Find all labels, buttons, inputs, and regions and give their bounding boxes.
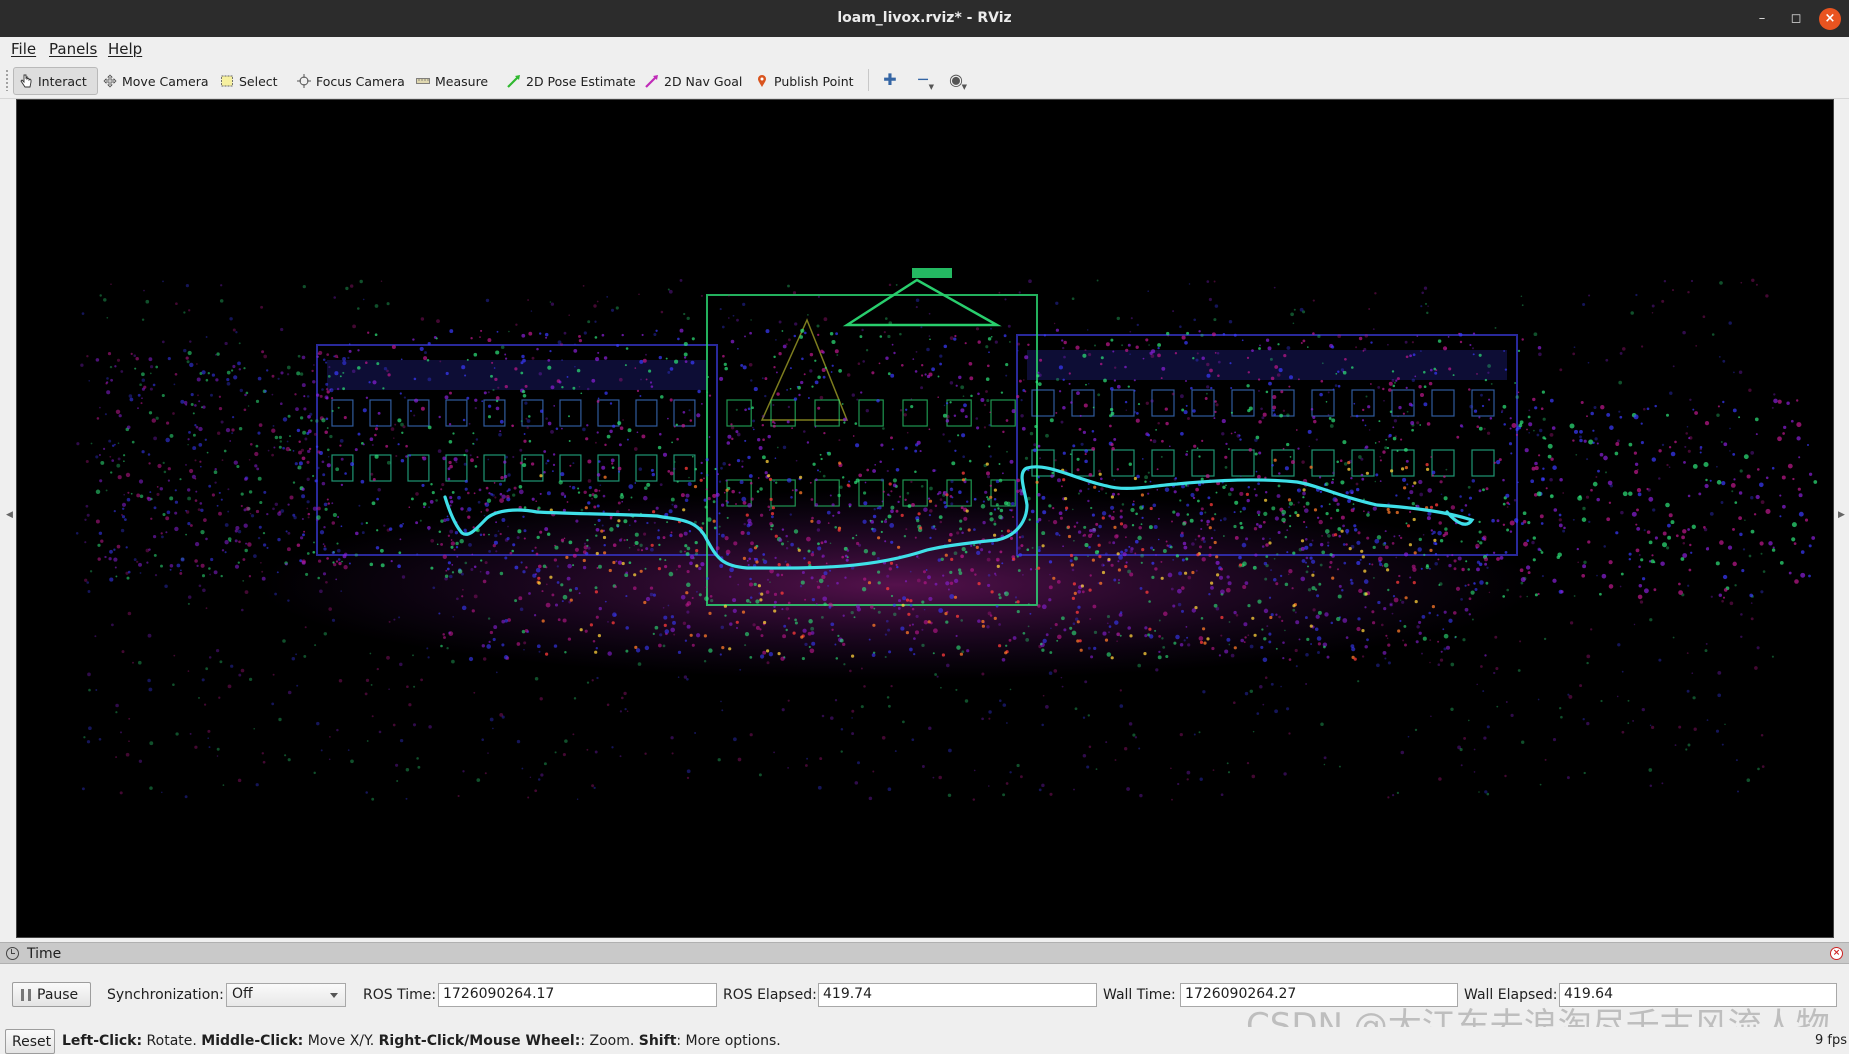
maximize-icon[interactable]: ◻: [1785, 8, 1807, 30]
interact-label: Interact: [38, 73, 87, 89]
plus-icon[interactable]: ✚: [879, 70, 901, 90]
interact-tool-button[interactable]: Interact: [13, 67, 98, 95]
status-bar: Reset Left-Click: Rotate. Middle-Click: …: [0, 1027, 1849, 1054]
title-bar: loam_livox.rviz* - RViz – ◻ ×: [0, 0, 1849, 37]
pause-label: Pause: [37, 986, 79, 1003]
ros-time-field[interactable]: 1726090264.17: [438, 983, 717, 1007]
toolbar-separator: [868, 69, 869, 91]
menu-panels[interactable]: Panels: [49, 40, 97, 58]
menu-help[interactable]: Help: [108, 40, 142, 58]
close-icon[interactable]: ×: [1819, 8, 1841, 30]
magenta-arrow-icon: [645, 74, 659, 88]
measure-tool-button[interactable]: Measure: [411, 67, 493, 95]
clock-icon: [6, 947, 19, 960]
window-title: loam_livox.rviz* - RViz: [837, 10, 1012, 26]
sync-value: Off: [232, 986, 253, 1002]
ros-elapsed-field[interactable]: 419.74: [818, 983, 1097, 1007]
publish-point-label: Publish Point: [774, 73, 854, 89]
tools-toolbar: Interact Move Camera Select Focus Camera…: [0, 61, 1849, 99]
menu-file[interactable]: File: [11, 40, 36, 58]
green-arrow-icon: [507, 74, 521, 88]
chevron-down-icon: [330, 993, 338, 998]
fps-counter: 9 fps: [1814, 1033, 1847, 1048]
map-pin-icon: [755, 74, 769, 88]
close-panel-icon[interactable]: ×: [1830, 947, 1843, 960]
wall-time-label: Wall Time:: [1103, 987, 1176, 1003]
focus-camera-tool-button[interactable]: Focus Camera: [292, 67, 410, 95]
ros-elapsed-label: ROS Elapsed:: [723, 987, 817, 1003]
crosshair-icon: [297, 74, 311, 88]
left-dock-arrow-icon[interactable]: ◀: [6, 510, 13, 520]
ruler-icon: [416, 74, 430, 88]
hint-middle-click: Middle-Click:: [201, 1033, 304, 1049]
select-tool-button[interactable]: Select: [215, 67, 283, 95]
pose-estimate-tool-button[interactable]: 2D Pose Estimate: [502, 67, 641, 95]
focus-camera-label: Focus Camera: [316, 73, 405, 89]
selection-box-icon: [220, 74, 234, 88]
sync-select[interactable]: Off: [226, 983, 346, 1007]
hint-right-click-desc: : Zoom.: [580, 1033, 639, 1049]
move-camera-label: Move Camera: [122, 73, 209, 89]
sync-label: Synchronization:: [107, 987, 224, 1003]
move-camera-tool-button[interactable]: Move Camera: [98, 67, 214, 95]
publish-point-tool-button[interactable]: Publish Point: [750, 67, 859, 95]
move-arrows-icon: [103, 74, 117, 88]
pause-button[interactable]: Pause: [12, 982, 91, 1007]
pause-icon: [21, 988, 31, 1001]
hint-left-click-desc: Rotate.: [142, 1033, 202, 1049]
mouse-hint: Left-Click: Rotate. Middle-Click: Move X…: [62, 1033, 781, 1049]
reset-label: Reset: [12, 1033, 52, 1050]
reset-button[interactable]: Reset: [5, 1029, 55, 1054]
measure-label: Measure: [435, 73, 489, 89]
ros-time-label: ROS Time:: [363, 987, 437, 1003]
3d-render-view[interactable]: [16, 99, 1834, 938]
time-panel-title: Time: [27, 946, 62, 962]
nav-goal-tool-button[interactable]: 2D Nav Goal: [640, 67, 747, 95]
nav-goal-label: 2D Nav Goal: [664, 73, 743, 89]
right-dock-arrow-icon[interactable]: ▶: [1838, 510, 1845, 520]
toolbar-grip[interactable]: [5, 69, 9, 91]
hint-shift-desc: : More options.: [676, 1033, 781, 1049]
hint-right-click: Right-Click/Mouse Wheel:: [378, 1033, 581, 1049]
menu-bar: File Panels Help: [0, 37, 1849, 61]
select-label: Select: [239, 73, 278, 89]
time-panel-header: Time ×: [0, 942, 1849, 964]
eye-icon[interactable]: ◉ ▼: [945, 70, 967, 91]
hint-middle-click-desc: Move X/Y.: [303, 1033, 379, 1049]
minus-icon[interactable]: ─ ▼: [912, 70, 934, 91]
hint-shift: Shift: [638, 1033, 677, 1049]
minimize-icon[interactable]: –: [1751, 8, 1773, 30]
point-cloud-canvas: [75, 268, 1818, 801]
hand-pointer-icon: [19, 74, 33, 88]
hint-left-click: Left-Click:: [62, 1033, 143, 1049]
pose-estimate-label: 2D Pose Estimate: [526, 73, 636, 89]
